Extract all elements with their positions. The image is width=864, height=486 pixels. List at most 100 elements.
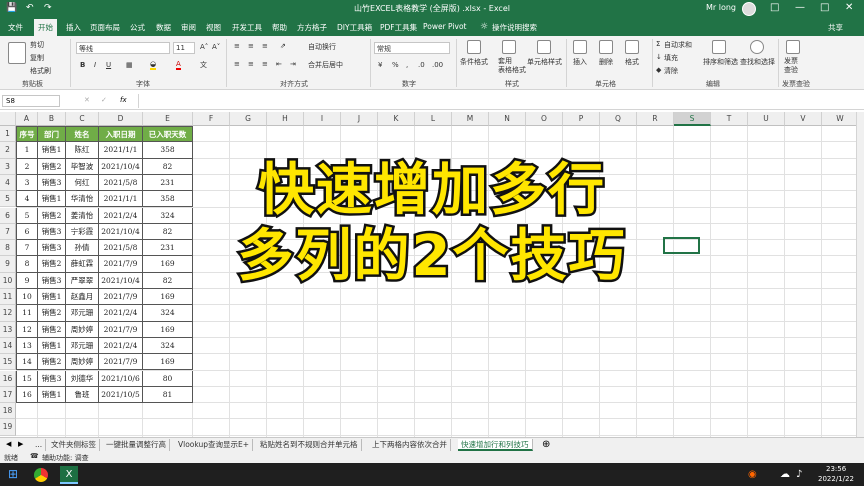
table-cell[interactable]: 周妙婷	[66, 354, 99, 371]
table-cell[interactable]: 销售2	[38, 321, 66, 338]
table-cell[interactable]: 2021/10/4	[99, 272, 143, 289]
table-cell[interactable]: 13	[16, 337, 38, 355]
tab-file[interactable]: 文件	[8, 22, 23, 33]
merge-center-button[interactable]: 合并后居中	[308, 60, 343, 70]
table-cell[interactable]: 销售1	[38, 191, 66, 208]
column-header-d[interactable]: D	[99, 112, 143, 126]
align-top-icon[interactable]: ≡	[234, 42, 240, 50]
table-cell[interactable]: 邓元珊	[66, 337, 99, 355]
table-cell[interactable]: 严翠翠	[66, 272, 99, 289]
table-cell[interactable]: 鲁班	[66, 386, 99, 404]
table-cell[interactable]: 销售2	[38, 158, 66, 175]
align-left-icon[interactable]: ≡	[234, 60, 240, 68]
italic-icon[interactable]: I	[94, 61, 96, 69]
table-cell[interactable]: 周妙婷	[66, 321, 99, 338]
row-header-9[interactable]: 9	[0, 256, 16, 273]
table-cell[interactable]: 陈红	[66, 142, 99, 159]
table-cell[interactable]: 销售3	[38, 174, 66, 192]
tab-insert[interactable]: 插入	[66, 22, 81, 33]
table-cell[interactable]: 2021/1/1	[99, 142, 143, 159]
find-select-icon[interactable]	[750, 40, 764, 54]
table-cell[interactable]: 82	[143, 223, 193, 241]
column-header-i[interactable]: I	[304, 112, 341, 126]
fill-icon[interactable]: ↓	[656, 53, 662, 61]
table-cell[interactable]: 169	[143, 321, 193, 338]
column-header-n[interactable]: N	[489, 112, 526, 126]
conditional-format-icon[interactable]	[467, 40, 481, 54]
column-header-f[interactable]: F	[193, 112, 230, 126]
conditional-format-button[interactable]: 条件格式	[460, 57, 488, 67]
tab-fangfang[interactable]: 方方格子	[297, 22, 327, 33]
row-header-4[interactable]: 4	[0, 174, 16, 192]
table-cell[interactable]: 2021/1/1	[99, 191, 143, 208]
table-cell[interactable]: 毕智波	[66, 158, 99, 175]
comma-icon[interactable]: ,	[406, 61, 408, 69]
row-header-2[interactable]: 2	[0, 142, 16, 159]
table-cell[interactable]: 231	[143, 174, 193, 192]
align-center-icon[interactable]: ≡	[248, 60, 254, 68]
row-header-12[interactable]: 12	[0, 305, 16, 322]
align-bottom-icon[interactable]: ≡	[262, 42, 268, 50]
column-header-c[interactable]: C	[66, 112, 99, 126]
table-cell[interactable]: 2021/7/9	[99, 289, 143, 306]
column-header-u[interactable]: U	[748, 112, 785, 126]
grow-font-icon[interactable]: A˄	[200, 43, 208, 51]
table-cell[interactable]: 销售1	[38, 289, 66, 306]
row-header-3[interactable]: 3	[0, 158, 16, 175]
border-icon[interactable]: ▦	[126, 61, 133, 69]
row-header-15[interactable]: 15	[0, 354, 16, 371]
table-cell[interactable]: 82	[143, 272, 193, 289]
table-cell[interactable]: 5	[16, 207, 38, 224]
table-cell[interactable]: 7	[16, 240, 38, 257]
table-cell[interactable]: 2021/10/6	[99, 370, 143, 387]
table-cell[interactable]: 6	[16, 223, 38, 241]
sheet-tab-more[interactable]: ...	[32, 439, 47, 451]
network-icon[interactable]: ☁	[780, 469, 790, 480]
clear-button[interactable]: 清除	[664, 66, 678, 76]
table-cell[interactable]: 2	[16, 158, 38, 175]
table-cell[interactable]: 231	[143, 240, 193, 257]
share-button[interactable]: 共享	[828, 22, 843, 33]
table-cell[interactable]: 宁彩霞	[66, 223, 99, 241]
add-sheet-icon[interactable]: ⊕	[542, 439, 550, 450]
table-cell[interactable]: 刘德华	[66, 370, 99, 387]
row-header-16[interactable]: 16	[0, 370, 16, 387]
indent-increase-icon[interactable]: ⇥	[290, 60, 296, 68]
font-size-select[interactable]: 11	[173, 42, 195, 54]
table-cell[interactable]: 169	[143, 256, 193, 273]
tab-home[interactable]: 开始	[34, 19, 57, 36]
row-header-19[interactable]: 19	[0, 419, 16, 436]
autosum-button[interactable]: 自动求和	[664, 40, 692, 50]
delete-cells-button[interactable]: 删除	[599, 57, 613, 67]
selected-cell-s8[interactable]	[663, 237, 700, 254]
copy-button[interactable]: 复制	[30, 53, 44, 63]
table-cell[interactable]: 销售2	[38, 354, 66, 371]
excel-taskbar-icon[interactable]: X	[60, 466, 78, 484]
column-header-p[interactable]: P	[563, 112, 600, 126]
percent-icon[interactable]: %	[392, 61, 399, 69]
table-cell[interactable]: 销售2	[38, 256, 66, 273]
clock-date[interactable]: 2022/1/22	[818, 475, 854, 483]
table-cell[interactable]: 14	[16, 354, 38, 371]
insert-cells-button[interactable]: 插入	[573, 57, 587, 67]
sheet-tab-active[interactable]: 快速增加行和列技巧	[458, 439, 533, 451]
table-cell[interactable]: 8	[16, 256, 38, 273]
cut-button[interactable]: 剪切	[30, 40, 44, 50]
indent-decrease-icon[interactable]: ⇤	[276, 60, 282, 68]
format-as-table-icon[interactable]	[502, 40, 516, 54]
name-box[interactable]: S8	[2, 95, 60, 107]
tab-view[interactable]: 视图	[206, 22, 221, 33]
table-cell[interactable]: 358	[143, 142, 193, 159]
column-header-t[interactable]: T	[711, 112, 748, 126]
column-header-m[interactable]: M	[452, 112, 489, 126]
avatar[interactable]	[742, 2, 756, 16]
vertical-scrollbar[interactable]	[856, 112, 864, 437]
column-header-j[interactable]: J	[341, 112, 378, 126]
row-header-10[interactable]: 10	[0, 272, 16, 289]
table-cell[interactable]: 15	[16, 370, 38, 387]
table-cell[interactable]: 4	[16, 191, 38, 208]
sheet-next-icon[interactable]: ▶	[18, 440, 23, 448]
table-cell[interactable]: 销售1	[38, 142, 66, 159]
table-header-cell[interactable]: 已入职天数	[143, 126, 193, 143]
table-cell[interactable]: 赵鑫月	[66, 289, 99, 306]
